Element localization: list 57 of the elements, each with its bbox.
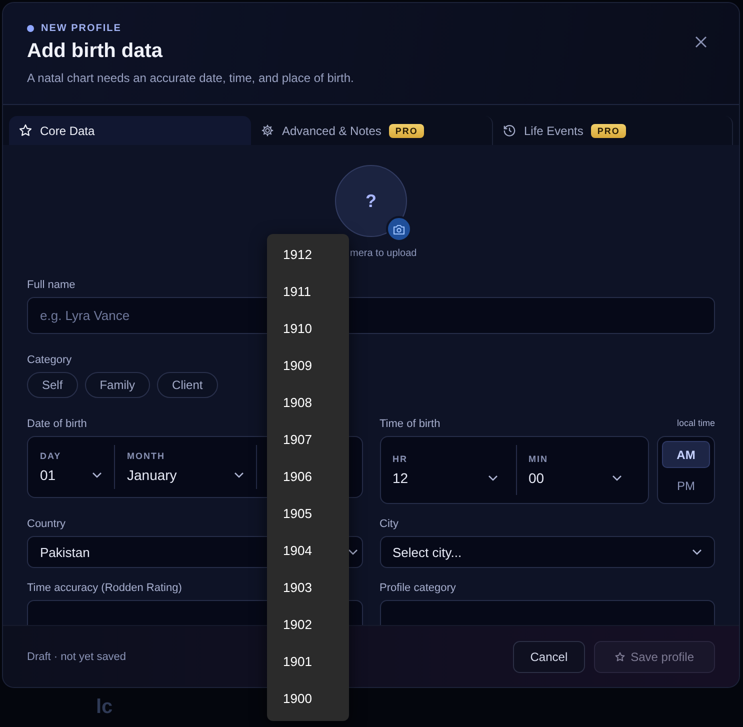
chevron-down-icon — [234, 472, 244, 478]
year-option[interactable]: 1903 — [267, 569, 349, 606]
chevron-down-icon — [488, 475, 498, 481]
year-option[interactable]: 1902 — [267, 606, 349, 643]
star-icon — [19, 124, 32, 137]
pro-badge: PRO — [389, 124, 424, 138]
tab[interactable]: Core Data — [9, 116, 251, 145]
field-label: Date of birth — [27, 418, 87, 430]
draft-status: Draft · not yet saved — [27, 650, 126, 662]
time-select[interactable]: 12 — [392, 470, 498, 486]
part-label: HR — [392, 454, 408, 464]
meridiem-option[interactable]: AM — [662, 441, 710, 468]
field-label: Profile category — [380, 582, 456, 594]
category-chip[interactable]: Self — [27, 372, 78, 398]
upload-hint: mera to upload — [350, 248, 417, 259]
chevron-down-icon — [348, 549, 358, 555]
date-select[interactable]: 01 — [40, 467, 102, 483]
background-text: lc — [96, 696, 113, 719]
year-option[interactable]: 1907 — [267, 421, 349, 458]
year-option[interactable]: 1905 — [267, 495, 349, 532]
chevron-down-icon — [612, 475, 622, 481]
field-label: Full name — [27, 279, 76, 291]
part-label: DAY — [40, 451, 62, 461]
time-select[interactable]: 00 — [528, 470, 622, 486]
part-label: MONTH — [127, 451, 166, 461]
dialog-subtitle: A natal chart needs an accurate date, time, and place of birth. — [27, 71, 355, 85]
chevron-down-icon — [692, 549, 702, 555]
pro-badge: PRO — [591, 124, 626, 138]
dialog-eyebrow: NEW PROFILE — [41, 23, 122, 34]
year-option[interactable]: 1912 — [267, 236, 349, 273]
gear-icon — [261, 124, 274, 137]
year-option[interactable]: 1909 — [267, 347, 349, 384]
year-option[interactable]: 1900 — [267, 680, 349, 717]
part-label: MIN — [528, 454, 549, 464]
close-button[interactable] — [693, 34, 709, 50]
year-option[interactable]: 1908 — [267, 384, 349, 421]
year-option[interactable]: 1906 — [267, 458, 349, 495]
field-label: Country — [27, 518, 66, 530]
cancel-button[interactable]: Cancel — [513, 640, 585, 672]
year-option[interactable]: 1901 — [267, 643, 349, 680]
close-icon — [695, 36, 707, 48]
history-icon — [503, 124, 516, 137]
field-label: City — [380, 518, 398, 530]
category-chip[interactable]: Family — [84, 372, 150, 398]
city-select[interactable]: Select city... — [380, 536, 715, 568]
local-time-note: local time — [676, 418, 715, 428]
field-label: Time accuracy (Rodden Rating) — [27, 582, 182, 594]
camera-icon — [393, 224, 405, 234]
field-label: Category — [27, 354, 72, 366]
meridiem-option[interactable]: PM — [662, 472, 710, 499]
category-chip[interactable]: Client — [157, 372, 218, 398]
date-select[interactable]: January — [127, 467, 244, 483]
star-icon — [614, 652, 625, 662]
chevron-down-icon — [92, 472, 102, 478]
field-label: Time of birth — [380, 418, 440, 430]
dialog-title: Add birth data — [27, 40, 163, 63]
status-dot-icon — [27, 25, 34, 32]
